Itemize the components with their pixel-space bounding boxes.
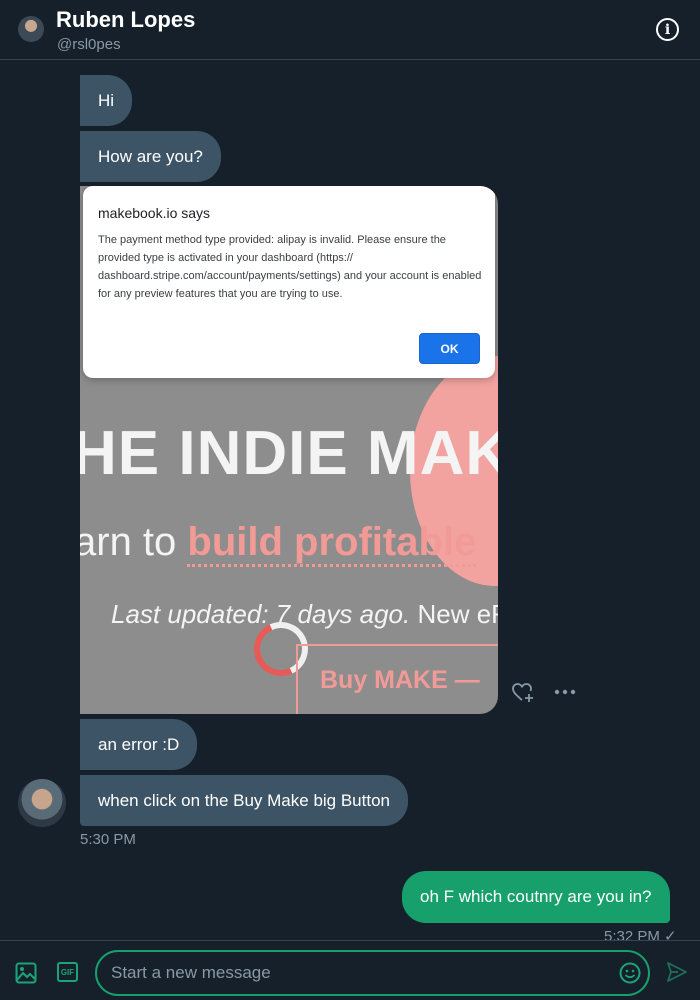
- message-bubble-outgoing[interactable]: oh F which coutnry are you in?: [402, 871, 670, 923]
- send-icon[interactable]: [666, 961, 688, 983]
- buy-make-button: Buy MAKE —: [296, 644, 498, 714]
- message-text: Hi: [98, 90, 115, 110]
- message-text: oh F which coutnry are you in?: [420, 887, 652, 906]
- message-text: an error :D: [98, 734, 180, 754]
- contact-name[interactable]: Ruben Lopes: [56, 7, 195, 33]
- message-bubble-incoming[interactable]: when click on the Buy Make big Button: [80, 775, 408, 826]
- subline-plain: arn to: [80, 520, 188, 564]
- conversation-header: Ruben Lopes @rsl0pes i: [0, 0, 700, 60]
- info-icon[interactable]: i: [656, 18, 679, 41]
- emoji-icon[interactable]: [619, 962, 641, 984]
- updated-italic: Last updated: 7 days ago.: [111, 599, 411, 629]
- attachment-headline: HE INDIE MAK: [80, 419, 498, 488]
- attachment-updated: Last updated: 7 days ago. New eF: [111, 599, 498, 630]
- dialog-message: The payment method type provided: alipay…: [98, 234, 482, 300]
- message-bubble-incoming[interactable]: Hi: [80, 75, 133, 126]
- message-bubble-incoming[interactable]: an error :D: [80, 719, 198, 770]
- subline-highlight: build profitable: [187, 520, 477, 567]
- message-text: How are you?: [98, 146, 203, 166]
- message-bubble-incoming[interactable]: How are you?: [80, 131, 221, 182]
- image-attachment[interactable]: HE INDIE MAK arn to build profitable Las…: [80, 186, 498, 714]
- dialog-title: makebook.io says: [98, 205, 211, 221]
- attachment-subline: arn to build profitable: [80, 520, 477, 567]
- add-reaction-icon[interactable]: [511, 681, 535, 705]
- header-avatar[interactable]: [18, 16, 44, 42]
- dialog-ok-button: OK: [419, 333, 480, 364]
- message-timestamp: 5:30 PM: [80, 831, 136, 848]
- message-text: when click on the Buy Make big Button: [98, 790, 390, 810]
- sender-avatar[interactable]: [18, 779, 66, 827]
- alert-dialog: makebook.io says The payment method type…: [83, 186, 495, 378]
- updated-plain: New eF: [410, 599, 498, 629]
- more-options-icon[interactable]: [553, 688, 577, 696]
- media-icon[interactable]: [15, 962, 37, 984]
- contact-handle[interactable]: @rsl0pes: [57, 36, 121, 53]
- message-input[interactable]: [95, 950, 650, 996]
- gif-icon[interactable]: GIF: [57, 962, 78, 982]
